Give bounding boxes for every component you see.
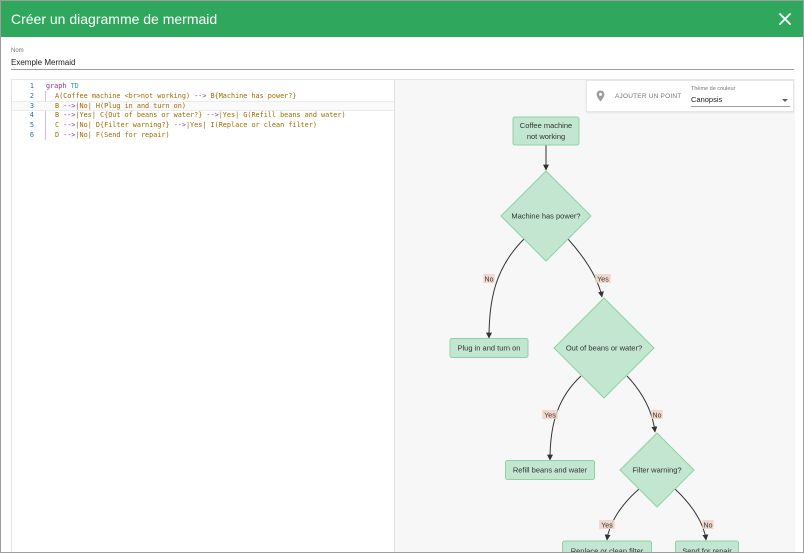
name-label: Nom (11, 48, 24, 54)
theme-select[interactable]: Canopsis (691, 94, 790, 107)
line-number: 6 (29, 130, 34, 139)
code-line[interactable]: 4 B -->|Yes| C{Out of beans or water?} --… (12, 111, 394, 121)
theme-select-value: Canopsis (691, 95, 723, 104)
line-number: 4 (29, 111, 34, 120)
code-line[interactable]: 6 D -->|No| F(Send for repair) (12, 131, 394, 141)
node-label: not working (527, 132, 565, 141)
close-icon (779, 13, 791, 25)
code-text: B -->|Yes| C{Out of beans or water?} -->… (55, 111, 346, 120)
node-label: Refill beans and water (513, 466, 588, 475)
code-line[interactable]: 2 A(Coffee machine <br>not working) --> B… (12, 92, 394, 102)
dialog-title: Créer un diagramme de mermaid (11, 11, 218, 27)
close-button[interactable] (767, 1, 803, 37)
edge-label: No (704, 523, 713, 530)
name-input[interactable] (11, 56, 794, 70)
mermaid-dialog: Créer un diagramme de mermaid Nom 1 graph… (0, 0, 804, 553)
edge-label: Yes (597, 277, 609, 284)
code-line[interactable]: 3B -->|No| H(Plug in and turn on) (12, 101, 394, 112)
preview-toolbar: AJOUTER UN POINT Thème de couleur Canops… (586, 80, 794, 112)
edge-b-h (486, 238, 525, 339)
dialog-header: Créer un diagramme de mermaid (1, 1, 803, 37)
node-label: Coffee machine (520, 121, 572, 130)
diagram-preview[interactable]: No Yes Yes No Yes No Coffee machine not working… (395, 80, 795, 553)
edge-b-c (567, 238, 604, 298)
edge-d-i (604, 488, 640, 541)
node-label: Filter warning? (632, 466, 681, 475)
edge-c-d (626, 375, 658, 433)
edge-label: Yes (544, 413, 556, 420)
edge-label: No (485, 277, 494, 284)
theme-label: Thème de couleur (691, 86, 736, 92)
edge-label: Yes (601, 523, 613, 530)
node-label: Replace or clean filter (571, 547, 644, 553)
node-label: Send for repair (682, 547, 732, 553)
add-point-button[interactable]: AJOUTER UN POINT (615, 93, 681, 100)
code-text: D -->|No| F(Send for repair) (55, 130, 170, 139)
workspace: 1 graph TD 2 A(Coffee machine <br>not worki… (11, 79, 795, 553)
code-editor[interactable]: 1 graph TD 2 A(Coffee machine <br>not worki… (12, 80, 395, 552)
code-text: A(Coffee machine <br>not working) --> B{… (55, 91, 297, 100)
code-line[interactable]: 5 C -->|No| D{Filter warning?} -->|Yes| I… (12, 121, 394, 131)
node-label: Out of beans or water? (566, 344, 642, 353)
line-number: 2 (29, 91, 34, 100)
code-text: graph TD (46, 82, 79, 90)
chevron-down-icon (782, 99, 788, 102)
code-line[interactable]: 1 graph TD (12, 82, 394, 92)
map-pin-icon[interactable] (596, 90, 605, 102)
edge-d-f (674, 488, 709, 541)
line-number: 1 (29, 82, 34, 90)
code-text: C -->|No| D{Filter warning?} -->|Yes| I(… (55, 120, 317, 129)
node-label: Plug in and turn on (458, 344, 521, 353)
edge-label: No (653, 413, 662, 420)
flowchart: No Yes Yes No Yes No Coffee machine not working… (449, 116, 739, 553)
line-number: 5 (29, 120, 34, 129)
node-label: Machine has power? (511, 212, 580, 221)
